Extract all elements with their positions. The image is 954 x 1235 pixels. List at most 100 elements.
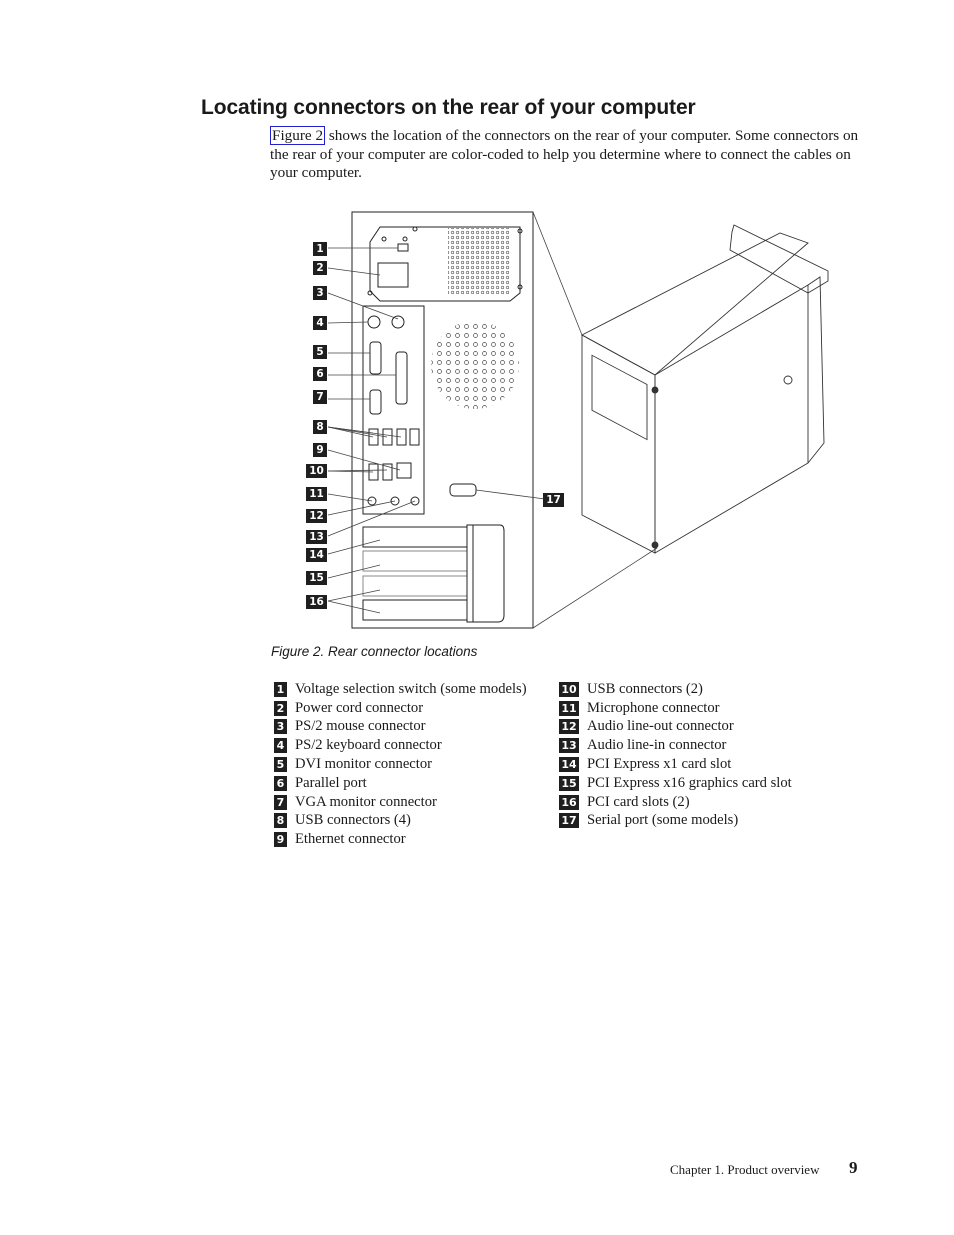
intro-text: shows the location of the connectors on … [270,127,859,181]
legend-number: 6 [274,775,287,791]
callout-6: 6 [313,367,327,381]
legend-item: 13 Audio line-in connector [559,736,792,755]
callout-15: 15 [306,571,327,585]
usb-port [368,428,379,446]
figure-2-link[interactable]: Figure 2 [270,126,326,145]
legend-label: Ethernet connector [295,831,406,848]
legend-number: 5 [274,757,287,773]
legend-number: 14 [559,757,579,773]
card-retainer [473,524,505,623]
legend-number: 9 [274,832,287,848]
ps2-keyboard-port [367,315,381,329]
legend-label: USB connectors (2) [587,680,703,697]
legend-item: 7 VGA monitor connector [274,793,527,812]
legend-label: PCI card slots (2) [587,793,690,810]
pcie-x1-slot [362,526,468,548]
io-panel [362,305,425,515]
legend-number: 12 [559,719,579,735]
page-number: 9 [849,1158,858,1177]
tower-isometric [581,224,829,554]
dvi-port [369,341,382,375]
callout-8: 8 [313,420,327,434]
serial-port [449,483,477,497]
psu-vent-grille [448,228,510,294]
callout-10: 10 [306,464,327,478]
legend-number: 3 [274,719,287,735]
callout-9: 9 [313,443,327,457]
callout-2: 2 [313,261,327,275]
legend-label: PS/2 mouse connector [295,718,426,735]
legend-number: 16 [559,794,579,810]
callout-16: 16 [306,595,327,609]
legend-number: 13 [559,738,579,754]
callout-3: 3 [313,286,327,300]
ethernet-port [396,462,412,479]
callout-14: 14 [306,548,327,562]
rear-panel-diagram [327,211,829,629]
legend-item: 14 PCI Express x1 card slot [559,755,792,774]
legend-item: 3 PS/2 mouse connector [274,718,527,737]
legend-label: PCI Express x16 graphics card slot [587,774,792,791]
legend-number: 7 [274,794,287,810]
pci-slot [362,575,468,597]
rear-connector-figure: 1 2 3 4 5 6 7 8 9 10 11 12 13 14 15 16 1… [300,205,840,635]
screw [381,236,387,242]
legend-label: Audio line-out connector [587,718,734,735]
legend-item: 16 PCI card slots (2) [559,793,792,812]
legend-number: 17 [559,813,579,829]
legend-number: 4 [274,738,287,754]
screw [402,236,408,242]
pci-slot [362,599,468,621]
legend-label: DVI monitor connector [295,756,432,773]
legend-number: 2 [274,700,287,716]
slot-bracket [466,524,474,623]
callout-4: 4 [313,316,327,330]
callout-17: 17 [543,493,564,507]
screw [412,226,418,232]
callout-5: 5 [313,345,327,359]
legend-left-column: 1 Voltage selection switch (some models) … [274,680,527,849]
legend-item: 15 PCI Express x16 graphics card slot [559,774,792,793]
usb-port [382,428,393,446]
legend-number: 10 [559,681,579,697]
legend-item: 12 Audio line-out connector [559,718,792,737]
voltage-switch [397,243,409,252]
legend-item: 6 Parallel port [274,774,527,793]
legend-item: 5 DVI monitor connector [274,755,527,774]
callout-11: 11 [306,487,327,501]
intro-paragraph: Figure 2 shows the location of the conne… [270,126,860,183]
pcie-x16-slot [362,550,468,572]
legend-item: 1 Voltage selection switch (some models) [274,680,527,699]
parallel-port [395,351,408,405]
legend-number: 8 [274,813,287,829]
fan-grille [431,321,519,409]
legend-number: 1 [274,681,287,697]
legend-right-column: 10 USB connectors (2) 11 Microphone connec… [559,680,792,830]
legend-item: 11 Microphone connector [559,699,792,718]
legend-label: Audio line-in connector [587,737,727,754]
legend-item: 10 USB connectors (2) [559,680,792,699]
legend-item: 9 Ethernet connector [274,830,527,849]
callout-13: 13 [306,530,327,544]
legend-label: PS/2 keyboard connector [295,737,442,754]
legend-label: PCI Express x1 card slot [587,756,732,773]
usb-port [409,428,420,446]
footer-chapter: Chapter 1. Product overview [670,1162,820,1177]
legend-item: 4 PS/2 keyboard connector [274,736,527,755]
legend-label: VGA monitor connector [295,793,437,810]
callout-12: 12 [306,509,327,523]
legend-label: Microphone connector [587,699,720,716]
legend-label: Serial port (some models) [587,812,739,829]
legend-label: USB connectors (4) [295,812,411,829]
callout-7: 7 [313,390,327,404]
section-heading: Locating connectors on the rear of your … [201,96,696,119]
callout-1: 1 [313,242,327,256]
legend-item: 17 Serial port (some models) [559,812,792,831]
legend-item: 2 Power cord connector [274,699,527,718]
legend-item: 8 USB connectors (4) [274,812,527,831]
legend-number: 15 [559,775,579,791]
figure-caption: Figure 2. Rear connector locations [271,644,478,659]
power-cord-socket [377,262,409,288]
legend-label: Power cord connector [295,699,424,716]
legend-label: Voltage selection switch (some models) [295,680,527,697]
